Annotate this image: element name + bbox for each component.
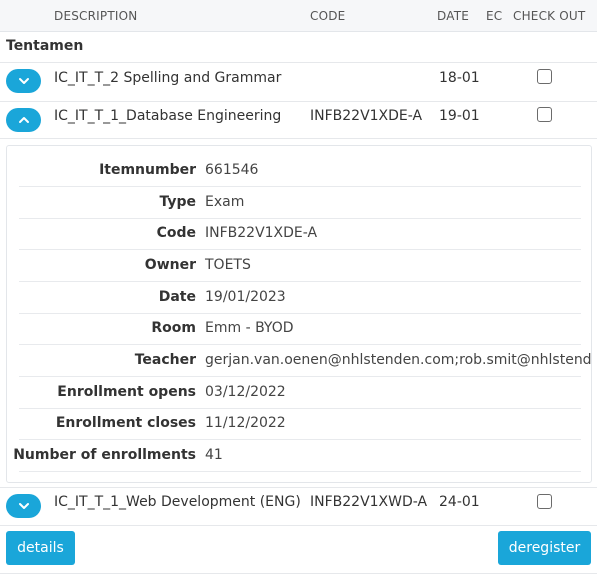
detail-label: Owner	[144, 257, 196, 273]
detail-row-code: Code INFB22V1XDE-A	[19, 218, 581, 250]
detail-row-type: Type Exam	[19, 187, 581, 219]
detail-value: Emm - BYOD	[205, 320, 294, 336]
detail-label: Room	[151, 320, 196, 336]
detail-label: Teacher	[134, 352, 196, 368]
detail-row-owner: Owner TOETS	[19, 250, 581, 282]
deregister-button[interactable]: deregister	[498, 531, 591, 565]
chevron-up-icon	[18, 117, 29, 123]
detail-value: 19/01/2023	[205, 289, 286, 305]
detail-row-room: Room Emm - BYOD	[19, 313, 581, 345]
chevron-down-icon	[18, 78, 29, 84]
expand-toggle-button[interactable]	[6, 69, 41, 93]
expand-toggle-button[interactable]	[6, 494, 41, 518]
table-row: IC_IT_T_1_Database Engineering INFB22V1X…	[0, 101, 597, 139]
row-description: IC_IT_T_1_Database Engineering	[54, 108, 282, 124]
checkout-checkbox[interactable]	[537, 494, 552, 509]
detail-value: INFB22V1XDE-A	[205, 225, 318, 241]
row-code: INFB22V1XWD-A	[310, 494, 428, 510]
group-label: Tentamen	[6, 38, 84, 54]
detail-label: Code	[156, 225, 196, 241]
col-ec: EC	[486, 9, 503, 23]
col-date: DATE	[437, 9, 470, 23]
detail-label: Number of enrollments	[13, 447, 196, 463]
detail-row-enrollment-closes: Enrollment closes 11/12/2022	[19, 408, 581, 440]
table-row: IC_IT_T_1_Web Development (ENG) INFB22V1…	[0, 488, 597, 526]
detail-value: 41	[205, 447, 223, 463]
detail-row-itemnumber: Itemnumber 661546	[19, 155, 581, 187]
detail-label: Type	[159, 194, 196, 210]
detail-panel: Itemnumber 661546 Type Exam Code INFB22V…	[6, 145, 592, 483]
detail-label: Date	[158, 289, 196, 305]
row-date: 18-01	[439, 70, 480, 86]
detail-label: Enrollment closes	[55, 415, 196, 431]
col-code: CODE	[310, 9, 346, 23]
detail-row-teacher: Teacher gerjan.van.oenen@nhlstenden.com;…	[19, 345, 591, 377]
checkout-checkbox[interactable]	[537, 69, 552, 84]
col-checkout: CHECK OUT	[513, 9, 586, 23]
collapse-toggle-button[interactable]	[6, 108, 41, 132]
row-date: 24-01	[439, 494, 480, 510]
detail-value: 03/12/2022	[205, 384, 286, 400]
row-code: INFB22V1XDE-A	[310, 108, 423, 124]
row-description: IC_IT_T_2 Spelling and Grammar	[54, 70, 282, 86]
chevron-down-icon	[18, 503, 29, 509]
col-description: DESCRIPTION	[54, 9, 138, 23]
detail-row-date: Date 19/01/2023	[19, 282, 581, 314]
row-description: IC_IT_T_1_Web Development (ENG)	[54, 494, 301, 510]
detail-value: gerjan.van.oenen@nhlstenden.com;rob.smit…	[205, 352, 592, 368]
detail-label: Enrollment opens	[57, 384, 196, 400]
row-date: 19-01	[439, 108, 480, 124]
detail-row-number-of-enrollments: Number of enrollments 41	[13, 440, 581, 472]
divider	[0, 573, 597, 574]
detail-value: Exam	[205, 194, 245, 210]
detail-row-enrollment-opens: Enrollment opens 03/12/2022	[19, 377, 581, 409]
details-button[interactable]: details	[6, 531, 75, 565]
detail-value: 661546	[205, 162, 259, 178]
detail-label: Itemnumber	[99, 162, 196, 178]
checkout-checkbox[interactable]	[537, 107, 552, 122]
table-row: IC_IT_T_2 Spelling and Grammar 18-01	[0, 63, 597, 102]
detail-value: TOETS	[205, 257, 251, 273]
table-header: DESCRIPTION CODE DATE EC CHECK OUT	[0, 0, 597, 32]
detail-value: 11/12/2022	[205, 415, 286, 431]
